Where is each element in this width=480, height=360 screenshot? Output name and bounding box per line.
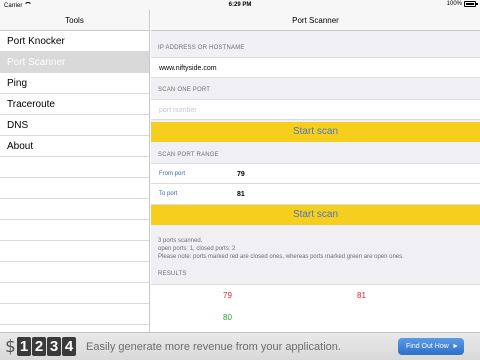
scan-summary-ports: open ports: 1, closed ports: 2 bbox=[158, 246, 236, 252]
results-grid: 79 81 80 bbox=[151, 284, 480, 332]
empty-row bbox=[0, 262, 149, 283]
ad-dollar-sign: $ bbox=[5, 337, 16, 357]
scan-summary-note: Please note: ports marked red are closed… bbox=[158, 254, 404, 260]
to-port-row[interactable]: To port 81 bbox=[151, 184, 480, 205]
page-title: Port Scanner bbox=[151, 10, 480, 31]
to-port-input[interactable]: 81 bbox=[237, 184, 245, 205]
find-out-how-label: Find Out How bbox=[406, 343, 449, 350]
ad-digit: 4 bbox=[62, 337, 76, 356]
from-port-label: From port bbox=[159, 171, 186, 177]
sidebar-item-dns[interactable]: DNS bbox=[0, 115, 149, 136]
ad-banner[interactable]: $ 1 2 3 4 Easily generate more revenue f… bbox=[0, 332, 480, 360]
port-number-placeholder: port number bbox=[159, 107, 197, 114]
sidebar-title: Tools bbox=[0, 10, 149, 31]
ad-digit: 3 bbox=[47, 337, 61, 356]
result-port-closed: 81 bbox=[357, 291, 366, 300]
battery-indicator: 100% bbox=[446, 1, 478, 7]
empty-row bbox=[0, 178, 149, 199]
to-port-label: To port bbox=[159, 191, 178, 197]
range-section-label: SCAN PORT RANGE bbox=[158, 152, 219, 158]
ad-text: Easily generate more revenue from your a… bbox=[86, 341, 341, 353]
clock: 6:29 PM bbox=[228, 2, 252, 8]
find-out-how-button[interactable]: Find Out How ► bbox=[398, 338, 464, 355]
sidebar-item-ping[interactable]: Ping bbox=[0, 73, 149, 94]
sidebar: Tools Port Knocker Port Scanner Ping Tra… bbox=[0, 10, 150, 332]
ad-digit-counter: 1 2 3 4 bbox=[17, 337, 76, 356]
results-section-label: RESULTS bbox=[158, 271, 187, 277]
sidebar-item-port-scanner[interactable]: Port Scanner bbox=[0, 52, 149, 73]
single-port-section-label: SCAN ONE PORT bbox=[158, 87, 211, 93]
ad-digit: 1 bbox=[17, 337, 31, 356]
empty-row bbox=[0, 220, 149, 241]
port-scanner-panel: Port Scanner IP ADDRESS OR HOSTNAME www.… bbox=[151, 10, 480, 332]
status-bar: Carrier 6:29 PM 100% bbox=[0, 0, 480, 10]
battery-icon bbox=[464, 1, 478, 7]
sidebar-item-traceroute[interactable]: Traceroute bbox=[0, 94, 149, 115]
battery-percent: 100% bbox=[446, 1, 462, 7]
empty-row bbox=[0, 241, 149, 262]
empty-row bbox=[0, 199, 149, 220]
host-input[interactable]: www.niftyside.com bbox=[151, 57, 480, 78]
start-range-scan-button[interactable]: Start scan bbox=[151, 205, 480, 225]
result-port-closed: 79 bbox=[223, 291, 232, 300]
port-number-input[interactable]: port number bbox=[151, 99, 480, 120]
scan-summary-count: 3 ports scanned. bbox=[158, 238, 203, 244]
host-value: www.niftyside.com bbox=[159, 65, 217, 72]
start-scan-button[interactable]: Start scan bbox=[151, 122, 480, 142]
result-port-open: 80 bbox=[223, 313, 232, 322]
host-section-label: IP ADDRESS OR HOSTNAME bbox=[158, 45, 245, 51]
sidebar-item-about[interactable]: About bbox=[0, 136, 149, 157]
empty-row bbox=[0, 283, 149, 304]
chevron-right-icon: ► bbox=[452, 343, 459, 350]
from-port-input[interactable]: 79 bbox=[237, 164, 245, 185]
empty-row bbox=[0, 304, 149, 325]
sidebar-item-port-knocker[interactable]: Port Knocker bbox=[0, 31, 149, 52]
empty-row bbox=[0, 157, 149, 178]
from-port-row[interactable]: From port 79 bbox=[151, 163, 480, 184]
ad-digit: 2 bbox=[32, 337, 46, 356]
